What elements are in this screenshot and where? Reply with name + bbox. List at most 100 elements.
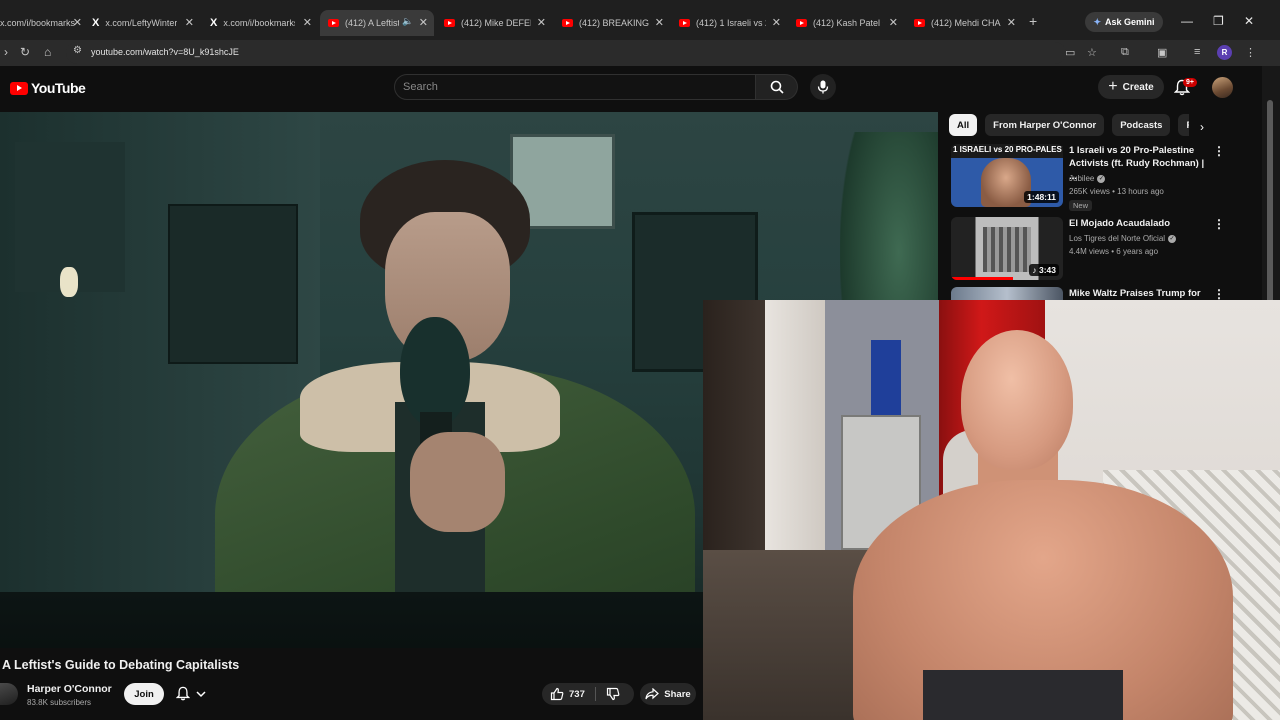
tab-close-icon[interactable]: ✕ (655, 16, 664, 29)
youtube-favicon-icon (562, 19, 573, 27)
side-panel-icon[interactable]: ▣ (1157, 46, 1167, 59)
channel-name[interactable]: Harper O'Connor (27, 683, 112, 695)
subscriber-count: 83.8K subscribers (27, 698, 92, 707)
youtube-play-logo-icon (10, 81, 28, 95)
search-button[interactable] (756, 74, 798, 100)
video-thumbnail[interactable]: ♪ 3:43 (951, 217, 1063, 280)
like-count: 737 (569, 688, 585, 700)
browser-tab[interactable]: (412) 1 Israeli vs 20 ✕ (679, 12, 781, 34)
search-box (394, 74, 756, 100)
browser-tab-active[interactable]: (412) A Leftist's 🔈 ✕ (320, 10, 434, 36)
notification-count-badge: 9+ (1183, 78, 1197, 87)
tab-close-icon[interactable]: ✕ (537, 16, 546, 29)
close-window-icon[interactable]: ✕ (1244, 14, 1254, 28)
page-scrollbar-thumb[interactable] (1267, 100, 1273, 320)
youtube-favicon-icon (444, 19, 455, 27)
verified-icon: ✓ (1168, 234, 1177, 243)
tab-close-icon[interactable]: ✕ (889, 16, 898, 29)
share-icon (645, 688, 660, 700)
url-text[interactable]: youtube.com/watch?v=8U_k91shcJE (91, 47, 239, 57)
browser-tab[interactable]: X x.com/i/bookmarks ✕ (210, 12, 312, 34)
browser-tab[interactable]: x.com/i/bookmarks ✕ (0, 12, 82, 34)
video-actions: 737 Share (542, 683, 696, 705)
browser-tab[interactable]: X x.com/LeftyWinter ✕ (92, 12, 194, 34)
like-icon[interactable] (550, 687, 564, 701)
home-icon[interactable]: ⌂ (44, 45, 51, 59)
like-dislike-group: 737 (542, 683, 634, 705)
tab-close-icon[interactable]: ✕ (185, 16, 194, 29)
tab-search-icon[interactable]: ≡ (1194, 46, 1200, 58)
join-button[interactable]: Join (124, 683, 164, 705)
youtube-favicon-icon (679, 19, 690, 27)
address-bar-row: › ↻ ⌂ ⚙ youtube.com/watch?v=8U_k91shcJE … (0, 40, 1280, 66)
minimize-icon[interactable]: — (1181, 14, 1193, 28)
video-title: A Leftist's Guide to Debating Capitalist… (2, 658, 240, 672)
chip-from-channel[interactable]: From Harper O'Connor (985, 114, 1105, 136)
more-actions-icon[interactable]: ⋮ (1213, 287, 1225, 301)
speaker-icon[interactable]: 🔈 (402, 16, 413, 27)
reload-icon[interactable]: ↻ (20, 45, 30, 59)
browser-tab-strip: x.com/i/bookmarks ✕ X x.com/LeftyWinter … (0, 0, 1280, 44)
tab-close-icon[interactable]: ✕ (1007, 16, 1016, 29)
site-info-icon[interactable]: ⚙ (73, 45, 82, 56)
search-input[interactable] (395, 75, 735, 99)
voice-search-button[interactable] (810, 74, 836, 100)
youtube-favicon-icon (914, 19, 925, 27)
new-badge: New (1069, 200, 1093, 211)
tab-close-icon[interactable]: ✕ (73, 16, 82, 29)
bookmark-star-icon[interactable]: ☆ (1087, 46, 1097, 59)
youtube-logo[interactable]: YouTube (10, 80, 86, 96)
ask-gemini-button[interactable]: ✦ Ask Gemini (1085, 12, 1163, 32)
chip-related[interactable]: Related (1178, 114, 1189, 136)
channel-avatar[interactable] (0, 683, 18, 705)
chevron-right-icon[interactable]: › (1200, 120, 1204, 134)
forward-icon[interactable]: › (4, 45, 8, 59)
chip-podcasts[interactable]: Podcasts (1112, 114, 1171, 136)
tab-close-icon[interactable]: ✕ (303, 16, 312, 29)
dislike-icon[interactable] (606, 687, 620, 701)
recommendation-title[interactable]: Mike Waltz Praises Trump for (1069, 287, 1209, 300)
microphone-icon (817, 80, 829, 94)
extensions-icon[interactable]: ⧉ (1121, 46, 1129, 59)
recommendation-item[interactable]: ♪ 3:43 El Mojado Acaudalado Los Tigres d… (951, 217, 1256, 283)
browser-tab[interactable]: (412) Mehdi CHALL ✕ (914, 12, 1016, 34)
recommendation-item[interactable]: Mike Waltz Praises Trump for ⋮ (951, 287, 1256, 301)
recommendation-channel[interactable]: Los Tigres del Norte Oficial ✓ (1069, 234, 1177, 243)
x-favicon-icon: X (92, 17, 100, 29)
browser-tab[interactable]: (412) Kash Patel Ca ✕ (796, 12, 898, 34)
recommendation-item[interactable]: 1 ISRAELI vs 20 PRO-PALESTINE 1:48:11 1 … (951, 144, 1256, 211)
duration-badge: 1:48:11 (1024, 191, 1059, 203)
account-avatar[interactable] (1212, 77, 1233, 98)
gemini-sparkle-icon: ✦ (1093, 16, 1101, 27)
cast-icon[interactable]: ▭ (1065, 46, 1075, 59)
video-thumbnail[interactable] (951, 287, 1063, 301)
recommendation-title[interactable]: El Mojado Acaudalado (1069, 217, 1209, 230)
more-actions-icon[interactable]: ⋮ (1213, 217, 1225, 231)
browser-tab[interactable]: (412) Mike DEFEND ✕ (444, 12, 546, 34)
youtube-favicon-icon (796, 19, 807, 27)
chrome-menu-icon[interactable]: ⋮ (1245, 46, 1256, 59)
browser-profile-avatar[interactable]: R (1217, 45, 1232, 60)
subscription-bell-dropdown[interactable] (176, 686, 206, 701)
more-actions-icon[interactable]: ⋮ (1213, 144, 1225, 158)
recommendation-stats: 265K views • 13 hours ago (1069, 187, 1164, 196)
search-icon (770, 80, 784, 94)
youtube-favicon-icon (328, 19, 339, 27)
recommendation-stats: 4.4M views • 6 years ago (1069, 247, 1159, 256)
tab-close-icon[interactable]: ✕ (772, 16, 781, 29)
duration-badge: ♪ 3:43 (1029, 264, 1059, 276)
browser-tab[interactable]: (412) BREAKING: S ✕ (562, 12, 664, 34)
verified-icon: ✓ (1097, 174, 1106, 183)
create-button[interactable]: + Create (1098, 75, 1164, 99)
video-thumbnail[interactable]: 1 ISRAELI vs 20 PRO-PALESTINE 1:48:11 (951, 144, 1063, 207)
tab-close-icon[interactable]: ✕ (419, 16, 428, 29)
watch-progress-bar (951, 277, 1013, 280)
maximize-icon[interactable]: ❐ (1213, 14, 1224, 28)
chip-all[interactable]: All (949, 114, 978, 136)
plus-icon: + (1108, 78, 1118, 95)
recommendation-channel[interactable]: Jubilee ✓ (1069, 174, 1106, 183)
webcam-overlay (703, 300, 1280, 720)
new-tab-icon[interactable]: + (1029, 13, 1037, 29)
share-button[interactable]: Share (640, 683, 696, 705)
subscription-bell-icon (176, 686, 190, 701)
